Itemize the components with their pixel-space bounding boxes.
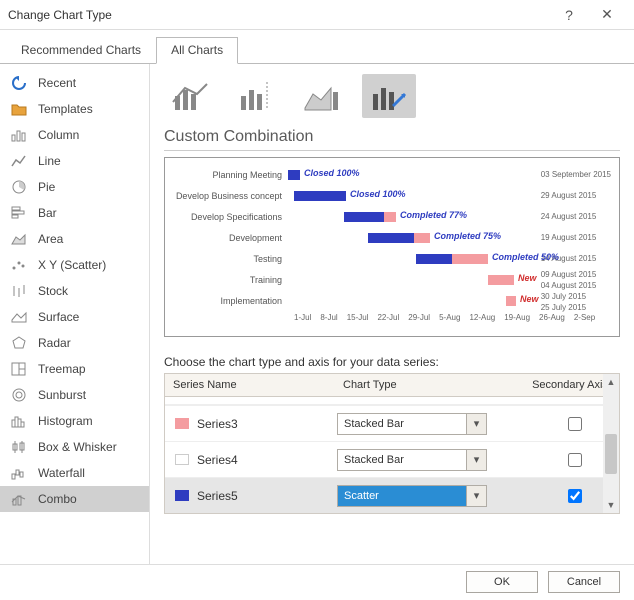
sidebar-item-templates[interactable]: Templates <box>0 96 149 122</box>
stock-chart-icon <box>10 283 28 299</box>
sidebar-item-radar[interactable]: Radar <box>0 330 149 356</box>
series-table: Series Name Chart Type Secondary Axis Se… <box>164 373 620 514</box>
sidebar-item-label: Sunburst <box>38 388 86 402</box>
sidebar-item-sunburst[interactable]: Sunburst <box>0 382 149 408</box>
combo-variant-row <box>164 74 620 118</box>
sidebar-item-label: Templates <box>38 102 93 116</box>
series-type-select[interactable]: Scatter▾ <box>337 485 487 507</box>
sunburst-chart-icon <box>10 387 28 403</box>
dialog-footer: OK Cancel <box>0 564 634 598</box>
scroll-thumb[interactable] <box>605 434 617 474</box>
chart-preview: 03 September 2015 29 August 2015 24 Augu… <box>164 157 620 337</box>
sidebar-item-line[interactable]: Line <box>0 148 149 174</box>
sidebar-item-combo[interactable]: Combo <box>0 486 149 512</box>
section-title: Custom Combination <box>164 128 620 151</box>
sidebar-item-stock[interactable]: Stock <box>0 278 149 304</box>
sidebar-item-area[interactable]: Area <box>0 226 149 252</box>
box-whisker-icon <box>10 439 28 455</box>
sidebar-item-histogram[interactable]: Histogram <box>0 408 149 434</box>
sidebar-item-label: Area <box>38 232 63 246</box>
sidebar-item-label: Waterfall <box>38 466 85 480</box>
series-name: Series4 <box>197 453 337 467</box>
chart-type-sidebar: Recent Templates Column Line Pie Bar Are… <box>0 64 150 564</box>
secondary-axis-checkbox[interactable] <box>568 417 582 431</box>
treemap-chart-icon <box>10 361 28 377</box>
tab-bar: Recommended Charts All Charts <box>0 30 634 64</box>
chevron-down-icon: ▾ <box>466 486 486 506</box>
series-type-select[interactable]: Stacked Bar▾ <box>337 413 487 435</box>
column-chart-icon <box>10 127 28 143</box>
pie-chart-icon <box>10 179 28 195</box>
help-button[interactable]: ? <box>550 4 588 26</box>
radar-chart-icon <box>10 335 28 351</box>
series-swatch <box>175 490 189 501</box>
sidebar-item-label: Line <box>38 154 61 168</box>
combo-variant-3[interactable] <box>296 74 350 118</box>
sidebar-item-waterfall[interactable]: Waterfall <box>0 460 149 486</box>
tab-recommended[interactable]: Recommended Charts <box>6 37 156 64</box>
folder-icon <box>10 101 28 117</box>
sidebar-item-label: Pie <box>38 180 55 194</box>
scroll-up-icon[interactable]: ▲ <box>603 374 619 390</box>
recent-icon <box>10 75 28 91</box>
waterfall-chart-icon <box>10 465 28 481</box>
area-chart-icon <box>10 231 28 247</box>
sidebar-item-surface[interactable]: Surface <box>0 304 149 330</box>
bar-chart-icon <box>10 205 28 221</box>
tab-all-charts[interactable]: All Charts <box>156 37 238 64</box>
series-name: Series5 <box>197 489 337 503</box>
series-scrollbar[interactable]: ▲ ▼ <box>603 374 619 513</box>
sidebar-item-pie[interactable]: Pie <box>0 174 149 200</box>
window-title: Change Chart Type <box>8 8 550 22</box>
sidebar-item-label: Column <box>38 128 79 142</box>
series-row: Series3 Stacked Bar▾ <box>165 405 619 441</box>
sidebar-item-label: Surface <box>38 310 79 324</box>
sidebar-item-label: Radar <box>38 336 71 350</box>
cancel-button[interactable]: Cancel <box>548 571 620 593</box>
combo-variant-2[interactable] <box>230 74 284 118</box>
titlebar: Change Chart Type ? ✕ <box>0 0 634 30</box>
sidebar-item-label: Treemap <box>38 362 86 376</box>
sidebar-item-recent[interactable]: Recent <box>0 70 149 96</box>
chevron-down-icon: ▾ <box>466 450 486 470</box>
series-swatch <box>175 418 189 429</box>
series-swatch <box>175 454 189 465</box>
close-button[interactable]: ✕ <box>588 4 626 26</box>
series-header-name: Series Name <box>165 374 335 396</box>
series-type-select[interactable]: Stacked Bar▾ <box>337 449 487 471</box>
sidebar-item-label: Histogram <box>38 414 93 428</box>
sidebar-item-label: Recent <box>38 76 76 90</box>
sidebar-item-label: Combo <box>38 492 77 506</box>
series-header-type: Chart Type <box>335 374 521 396</box>
preview-x-axis: 1-Jul8-Jul15-Jul22-Jul29-Jul5-Aug12-Aug1… <box>294 313 611 322</box>
series-row-selected: Series5 Scatter▾ <box>165 477 619 513</box>
series-name: Series3 <box>197 417 337 431</box>
scatter-chart-icon <box>10 257 28 273</box>
sidebar-item-column[interactable]: Column <box>0 122 149 148</box>
surface-chart-icon <box>10 309 28 325</box>
combo-chart-icon <box>10 491 28 507</box>
sidebar-item-label: Stock <box>38 284 68 298</box>
combo-variant-1[interactable] <box>164 74 218 118</box>
choose-series-label: Choose the chart type and axis for your … <box>164 355 620 369</box>
chevron-down-icon: ▾ <box>466 414 486 434</box>
scroll-down-icon[interactable]: ▼ <box>603 497 619 513</box>
sidebar-item-label: Box & Whisker <box>38 440 117 454</box>
line-chart-icon <box>10 153 28 169</box>
sidebar-item-label: Bar <box>38 206 57 220</box>
sidebar-item-scatter[interactable]: X Y (Scatter) <box>0 252 149 278</box>
sidebar-item-label: X Y (Scatter) <box>38 258 106 272</box>
secondary-axis-checkbox[interactable] <box>568 453 582 467</box>
ok-button[interactable]: OK <box>466 571 538 593</box>
series-row: Series4 Stacked Bar▾ <box>165 441 619 477</box>
sidebar-item-treemap[interactable]: Treemap <box>0 356 149 382</box>
histogram-chart-icon <box>10 413 28 429</box>
combo-variant-4-custom[interactable] <box>362 74 416 118</box>
secondary-axis-checkbox[interactable] <box>568 489 582 503</box>
sidebar-item-bar[interactable]: Bar <box>0 200 149 226</box>
sidebar-item-box-whisker[interactable]: Box & Whisker <box>0 434 149 460</box>
